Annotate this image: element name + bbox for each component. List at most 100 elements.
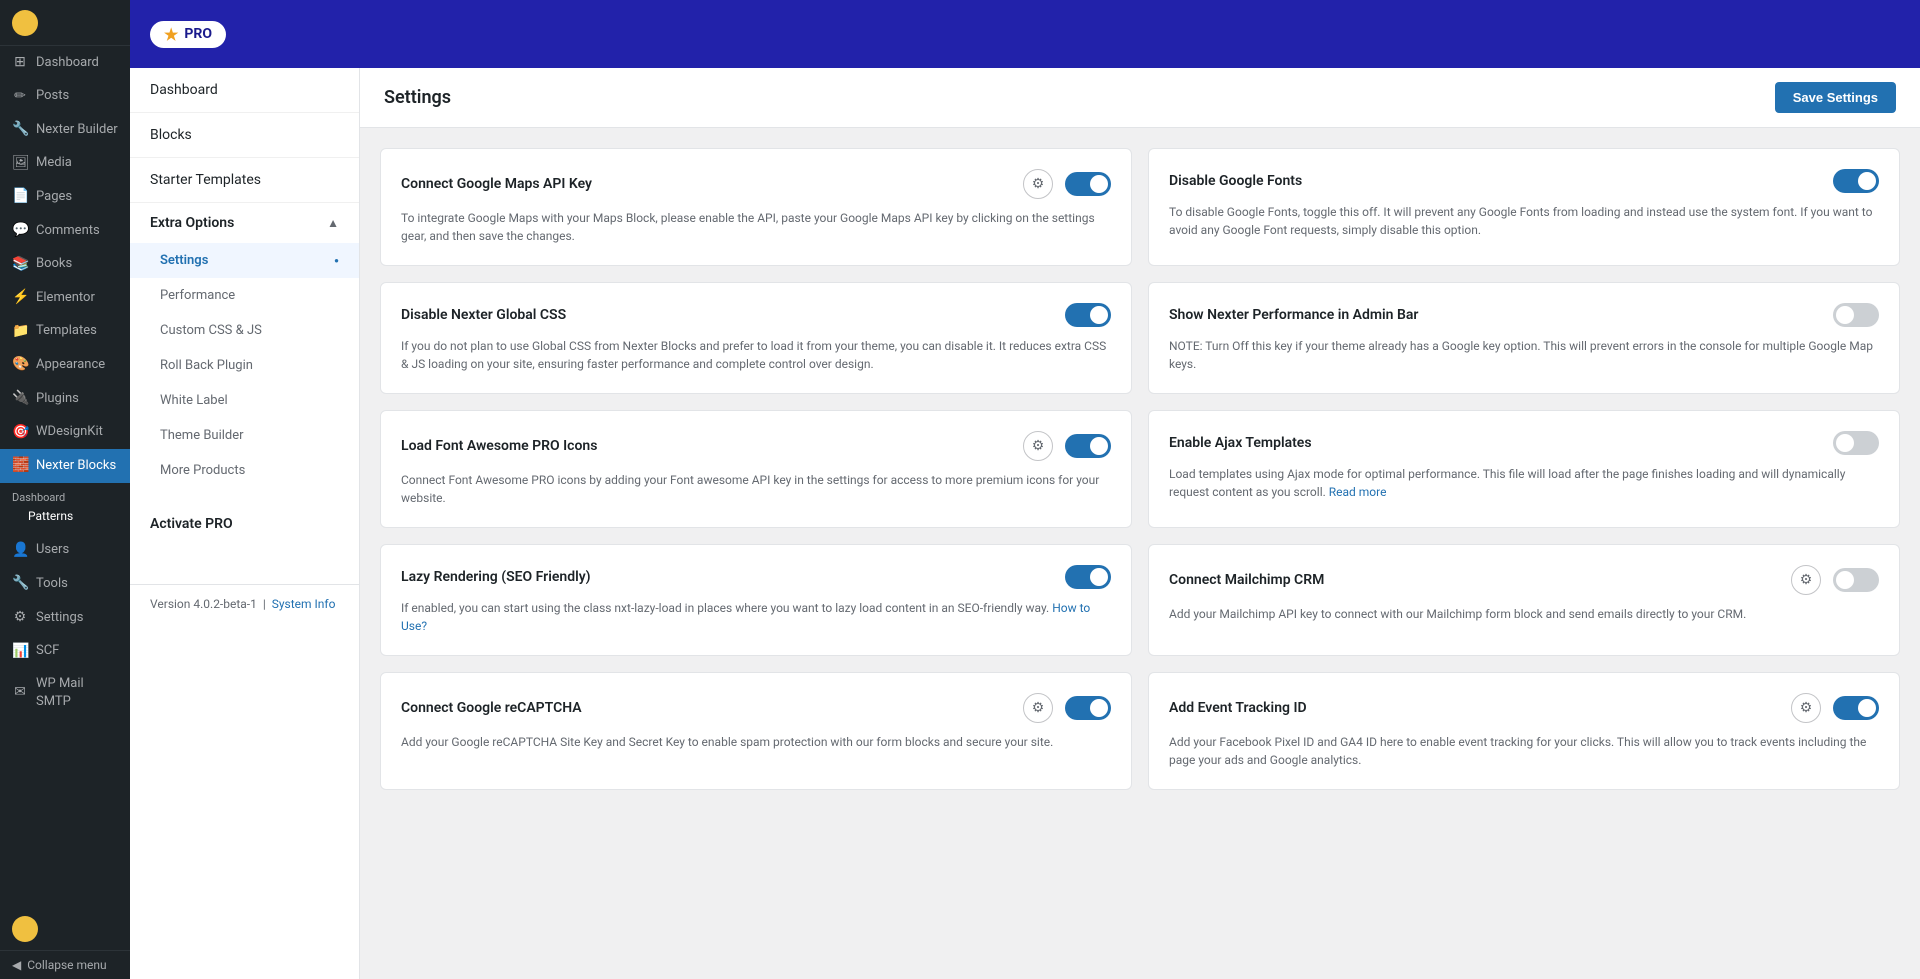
sidebar: ⊞ Dashboard ✏ Posts 🔧 Nexter Builder 🖼 M…: [0, 0, 130, 979]
card-event-tracking-desc: Add your Facebook Pixel ID and GA4 ID he…: [1169, 733, 1879, 769]
left-panel-dashboard[interactable]: Dashboard: [130, 68, 359, 113]
card-enable-ajax-controls: [1833, 431, 1879, 455]
pages-icon: 📄: [12, 187, 28, 207]
plugins-icon: 🔌: [12, 389, 28, 409]
sidebar-item-users[interactable]: 👤 Users: [0, 534, 130, 568]
card-mailchimp-header: Connect Mailchimp CRM ⚙: [1169, 565, 1879, 595]
mailchimp-toggle[interactable]: [1833, 568, 1879, 592]
card-google-maps-header: Connect Google Maps API Key ⚙: [401, 169, 1111, 199]
comments-icon: 💬: [12, 221, 28, 241]
card-nexter-performance-title: Show Nexter Performance in Admin Bar: [1169, 307, 1418, 323]
settings-cards-grid: Connect Google Maps API Key ⚙ To integra…: [360, 128, 1920, 810]
card-recaptcha-title: Connect Google reCAPTCHA: [401, 700, 582, 716]
google-maps-toggle[interactable]: [1065, 172, 1111, 196]
card-google-maps-title: Connect Google Maps API Key: [401, 176, 592, 192]
extra-options-section[interactable]: Extra Options ▲: [130, 203, 359, 243]
sidebar-item-media[interactable]: 🖼 Media: [0, 147, 130, 181]
wdesignkit-icon: 🎯: [12, 423, 28, 443]
event-tracking-toggle[interactable]: [1833, 696, 1879, 720]
card-mailchimp: Connect Mailchimp CRM ⚙ Add your Mailchi…: [1148, 544, 1900, 656]
collapse-icon: ◀: [12, 958, 21, 972]
sidebar-item-wdesignkit[interactable]: 🎯 WDesignKit: [0, 416, 130, 450]
left-panel: Dashboard Blocks Starter Templates Extra…: [130, 68, 360, 979]
card-load-font-awesome: Load Font Awesome PRO Icons ⚙ Connect Fo…: [380, 410, 1132, 528]
sidebar-item-tools[interactable]: 🔧 Tools: [0, 567, 130, 601]
avatar-area: [0, 908, 130, 950]
lazy-how-to-link[interactable]: How to Use?: [401, 601, 1090, 633]
sidebar-item-nexter-builder[interactable]: 🔧 Nexter Builder: [0, 113, 130, 147]
sidebar-item-comments[interactable]: 💬 Comments: [0, 214, 130, 248]
left-panel-sub-roll-back[interactable]: Roll Back Plugin: [130, 348, 359, 383]
top-bar: ★ PRO: [130, 0, 1920, 68]
nexter-performance-toggle[interactable]: [1833, 303, 1879, 327]
left-panel-sub-performance[interactable]: Performance: [130, 278, 359, 313]
settings-title: Settings: [384, 87, 451, 108]
save-settings-button[interactable]: Save Settings: [1775, 82, 1896, 113]
sidebar-bottom-section: 👤 Users 🔧 Tools ⚙ Settings 📊 SCF ✉ WP Ma…: [0, 534, 130, 719]
sidebar-item-settings[interactable]: ⚙ Settings: [0, 601, 130, 635]
sidebar-item-posts[interactable]: ✏ Posts: [0, 80, 130, 114]
sidebar-item-wp-mail-smtp[interactable]: ✉ WP Mail SMTP: [0, 668, 130, 718]
card-mailchimp-controls: ⚙: [1791, 565, 1879, 595]
google-maps-gear-button[interactable]: ⚙: [1023, 169, 1053, 199]
tools-icon: 🔧: [12, 574, 28, 594]
sidebar-logo: [0, 0, 130, 46]
sidebar-item-nexter-blocks[interactable]: 🧱 Nexter Blocks: [0, 449, 130, 483]
system-info-link[interactable]: System Info: [272, 597, 336, 611]
card-disable-nexter-css-title: Disable Nexter Global CSS: [401, 307, 566, 323]
card-google-maps-api: Connect Google Maps API Key ⚙ To integra…: [380, 148, 1132, 266]
templates-icon: 📁: [12, 322, 28, 342]
mailchimp-gear-button[interactable]: ⚙: [1791, 565, 1821, 595]
card-disable-nexter-css-header: Disable Nexter Global CSS: [401, 303, 1111, 327]
appearance-icon: 🎨: [12, 355, 28, 375]
card-disable-google-fonts-header: Disable Google Fonts: [1169, 169, 1879, 193]
font-awesome-gear-button[interactable]: ⚙: [1023, 431, 1053, 461]
card-mailchimp-desc: Add your Mailchimp API key to connect wi…: [1169, 605, 1879, 623]
sidebar-item-dashboard[interactable]: ⊞ Dashboard: [0, 46, 130, 80]
posts-icon: ✏: [12, 87, 28, 107]
left-panel-sub-more-products[interactable]: More Products: [130, 453, 359, 488]
collapse-menu-button[interactable]: ◀ Collapse menu: [0, 950, 130, 979]
disable-google-fonts-toggle[interactable]: [1833, 169, 1879, 193]
card-disable-google-fonts-controls: [1833, 169, 1879, 193]
left-panel-sub-white-label[interactable]: White Label: [130, 383, 359, 418]
disable-nexter-css-toggle[interactable]: [1065, 303, 1111, 327]
event-tracking-gear-button[interactable]: ⚙: [1791, 693, 1821, 723]
card-recaptcha: Connect Google reCAPTCHA ⚙ Add your Goog…: [380, 672, 1132, 790]
card-enable-ajax-templates: Enable Ajax Templates Load templates usi…: [1148, 410, 1900, 528]
nexter-blocks-icon: 🧱: [12, 456, 28, 476]
left-panel-starter-templates[interactable]: Starter Templates: [130, 158, 359, 203]
sidebar-item-templates[interactable]: 📁 Templates: [0, 315, 130, 349]
recaptcha-gear-button[interactable]: ⚙: [1023, 693, 1053, 723]
recaptcha-toggle[interactable]: [1065, 696, 1111, 720]
card-nexter-performance: Show Nexter Performance in Admin Bar NOT…: [1148, 282, 1900, 394]
sidebar-sub-patterns[interactable]: Patterns: [0, 506, 130, 526]
sidebar-item-pages[interactable]: 📄 Pages: [0, 180, 130, 214]
settings-header: Settings Save Settings: [360, 68, 1920, 128]
left-panel-sub-settings[interactable]: Settings: [130, 243, 359, 278]
left-panel-sub-custom-css-js[interactable]: Custom CSS & JS: [130, 313, 359, 348]
pro-badge: ★ PRO: [150, 21, 226, 48]
sidebar-item-appearance[interactable]: 🎨 Appearance: [0, 348, 130, 382]
sidebar-item-plugins[interactable]: 🔌 Plugins: [0, 382, 130, 416]
sidebar-item-books[interactable]: 📚 Books: [0, 248, 130, 282]
sidebar-section-label: Dashboard: [0, 483, 130, 506]
ajax-read-more-link[interactable]: Read more: [1329, 485, 1387, 499]
enable-ajax-toggle[interactable]: [1833, 431, 1879, 455]
card-event-tracking: Add Event Tracking ID ⚙ Add your Faceboo…: [1148, 672, 1900, 790]
sidebar-item-elementor[interactable]: ⚡ Elementor: [0, 281, 130, 315]
left-panel-sub-theme-builder[interactable]: Theme Builder: [130, 418, 359, 453]
card-enable-ajax-header: Enable Ajax Templates: [1169, 431, 1879, 455]
card-event-tracking-header: Add Event Tracking ID ⚙: [1169, 693, 1879, 723]
card-recaptcha-desc: Add your Google reCAPTCHA Site Key and S…: [401, 733, 1111, 751]
lazy-rendering-toggle[interactable]: [1065, 565, 1111, 589]
card-enable-ajax-desc: Load templates using Ajax mode for optim…: [1169, 465, 1879, 501]
sidebar-item-scf[interactable]: 📊 SCF: [0, 635, 130, 669]
card-mailchimp-title: Connect Mailchimp CRM: [1169, 572, 1324, 588]
wp-mail-smtp-icon: ✉: [12, 683, 28, 703]
card-load-font-awesome-controls: ⚙: [1023, 431, 1111, 461]
card-disable-google-fonts: Disable Google Fonts To disable Google F…: [1148, 148, 1900, 266]
left-panel-blocks[interactable]: Blocks: [130, 113, 359, 158]
load-font-awesome-toggle[interactable]: [1065, 434, 1111, 458]
activate-pro-label: Activate PRO: [130, 504, 359, 544]
